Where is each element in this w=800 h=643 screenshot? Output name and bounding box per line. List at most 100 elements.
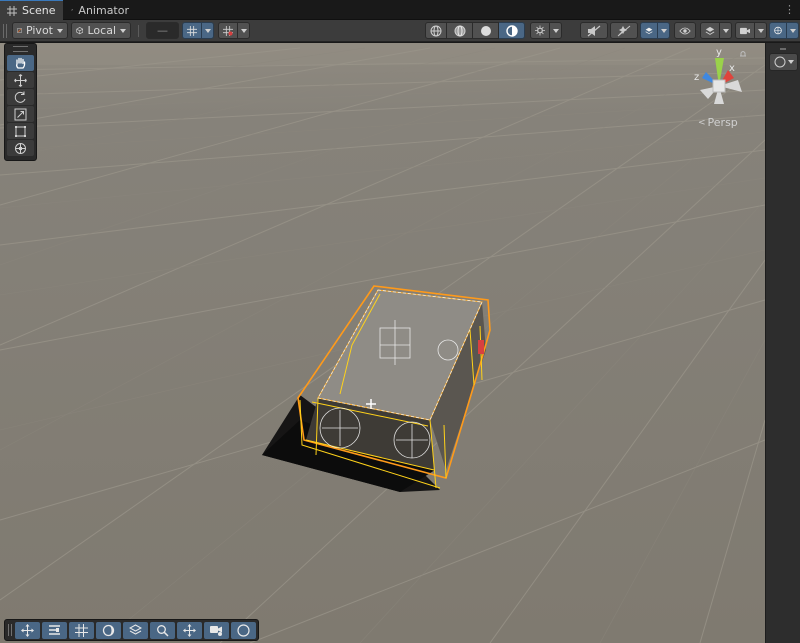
- grid-snap-button[interactable]: [69, 621, 94, 639]
- layers-button[interactable]: [123, 621, 148, 639]
- projection-toggle[interactable]: < Persp: [698, 116, 738, 129]
- camera-settings-button[interactable]: [735, 22, 755, 39]
- layers-dropdown[interactable]: [720, 22, 732, 39]
- chevron-down-icon: [722, 28, 729, 33]
- gizmo-globe-icon: [774, 26, 782, 35]
- scale-icon: [14, 108, 27, 120]
- hidden-objects-toggle[interactable]: [674, 22, 696, 39]
- hand-icon: [16, 57, 26, 69]
- scene-visibility-toggle[interactable]: [640, 22, 658, 39]
- perspective-icon: <: [698, 117, 706, 128]
- grid-visibility-toggle[interactable]: [218, 22, 238, 39]
- eye-icon: [679, 27, 691, 34]
- visibility-dropdown[interactable]: [658, 22, 670, 39]
- gizmo-axis-x: x: [729, 63, 735, 74]
- transform-tool-button[interactable]: [7, 140, 34, 156]
- shaded-button[interactable]: [473, 22, 499, 39]
- wireframe-shading-button[interactable]: [425, 22, 447, 39]
- shaded-wireframe-button[interactable]: [447, 22, 473, 39]
- camera-button[interactable]: [204, 621, 229, 639]
- wireframe-sphere-icon: [430, 25, 442, 36]
- compass-button[interactable]: [231, 621, 256, 639]
- chevron-down-icon: [757, 28, 764, 33]
- search-icon: [157, 624, 169, 637]
- rotate-tool-button[interactable]: [7, 89, 34, 105]
- orientation-dropdown[interactable]: [769, 53, 798, 71]
- rect-tool-button[interactable]: [7, 123, 34, 139]
- cube-icon: [76, 27, 84, 35]
- snap-rotation-button[interactable]: [96, 621, 121, 639]
- pivot-icon: [17, 28, 22, 33]
- toolbar-grip[interactable]: [8, 624, 12, 636]
- scale-tool-button[interactable]: [7, 106, 34, 122]
- layers-toggle[interactable]: [700, 22, 720, 39]
- rotate-icon: [14, 91, 26, 103]
- scene-viewport[interactable]: [0, 43, 765, 643]
- snap-value: —: [157, 24, 168, 37]
- camera-icon: [210, 626, 222, 636]
- scene-toolbar: Pivot Local —: [0, 20, 800, 42]
- layers-icon: [129, 623, 142, 635]
- tab-label: Animator: [78, 3, 129, 17]
- panel-grip[interactable]: [780, 48, 786, 50]
- more-options-icon[interactable]: ⋮: [784, 3, 795, 16]
- compass-icon: [237, 623, 250, 637]
- align-button[interactable]: [42, 621, 67, 639]
- stack-icon: [705, 26, 715, 35]
- tab-animator[interactable]: Animator: [64, 0, 136, 20]
- shaded-wire-sphere-icon: [454, 25, 465, 36]
- chevron-down-icon: [204, 28, 211, 33]
- shaded-sphere-icon: [480, 25, 491, 36]
- rect-transform-icon: [15, 125, 26, 137]
- tools-grip[interactable]: [13, 46, 28, 52]
- grid-icon: [7, 5, 17, 16]
- move-tool-button[interactable]: [7, 72, 34, 88]
- chevron-down-icon: [552, 28, 559, 33]
- chevron-down-icon: [787, 60, 794, 64]
- pivot-dropdown[interactable]: Pivot: [12, 22, 68, 39]
- moon-icon: [102, 624, 115, 636]
- transform-icon: [15, 142, 26, 154]
- toolbar-grip[interactable]: [3, 24, 7, 38]
- chevron-down-icon: [57, 28, 63, 33]
- grid-snap-toggle[interactable]: [182, 22, 202, 39]
- grid-icon: [75, 623, 88, 637]
- gizmos-dropdown[interactable]: [787, 22, 799, 39]
- lighting-toggle[interactable]: [530, 22, 550, 39]
- scene-render[interactable]: [0, 43, 765, 643]
- effects-toggle[interactable]: [610, 22, 638, 39]
- tab-scene[interactable]: Scene: [0, 0, 63, 20]
- camera-dropdown[interactable]: [755, 22, 767, 39]
- gizmo-axis-y: y: [716, 47, 722, 58]
- unlit-button[interactable]: [499, 22, 525, 39]
- pivot-label: Pivot: [25, 24, 53, 37]
- snap-increment-field[interactable]: —: [146, 22, 179, 39]
- divider: [138, 25, 139, 37]
- grid-snap-dropdown[interactable]: [202, 22, 214, 39]
- pan-icon: [183, 623, 196, 637]
- move-icon: [14, 73, 27, 87]
- search-button[interactable]: [150, 621, 175, 639]
- hand-tool-button[interactable]: [7, 55, 34, 71]
- layers-icon: [645, 27, 653, 34]
- compass-icon: [774, 56, 785, 68]
- move-icon: [21, 623, 34, 637]
- audio-toggle[interactable]: [580, 22, 608, 39]
- pan-button[interactable]: [177, 621, 202, 639]
- chevron-down-icon: [240, 28, 247, 33]
- local-label: Local: [87, 24, 116, 37]
- align-icon: [49, 625, 60, 635]
- camera-icon: [740, 27, 750, 34]
- bottom-overlay-toolbar: [4, 619, 259, 641]
- tab-bar: Scene Animator ⋮: [0, 0, 800, 20]
- gizmos-toggle[interactable]: [769, 22, 787, 39]
- grid-dropdown[interactable]: [238, 22, 250, 39]
- grid-snap-icon: [187, 25, 197, 36]
- tools-overlay: [4, 43, 37, 161]
- chevron-down-icon: [789, 28, 796, 33]
- lighting-dropdown[interactable]: [550, 22, 562, 39]
- move-toggle-button[interactable]: [15, 621, 40, 639]
- local-dropdown[interactable]: Local: [71, 22, 131, 39]
- tab-label: Scene: [22, 4, 56, 17]
- chevron-down-icon: [660, 28, 667, 33]
